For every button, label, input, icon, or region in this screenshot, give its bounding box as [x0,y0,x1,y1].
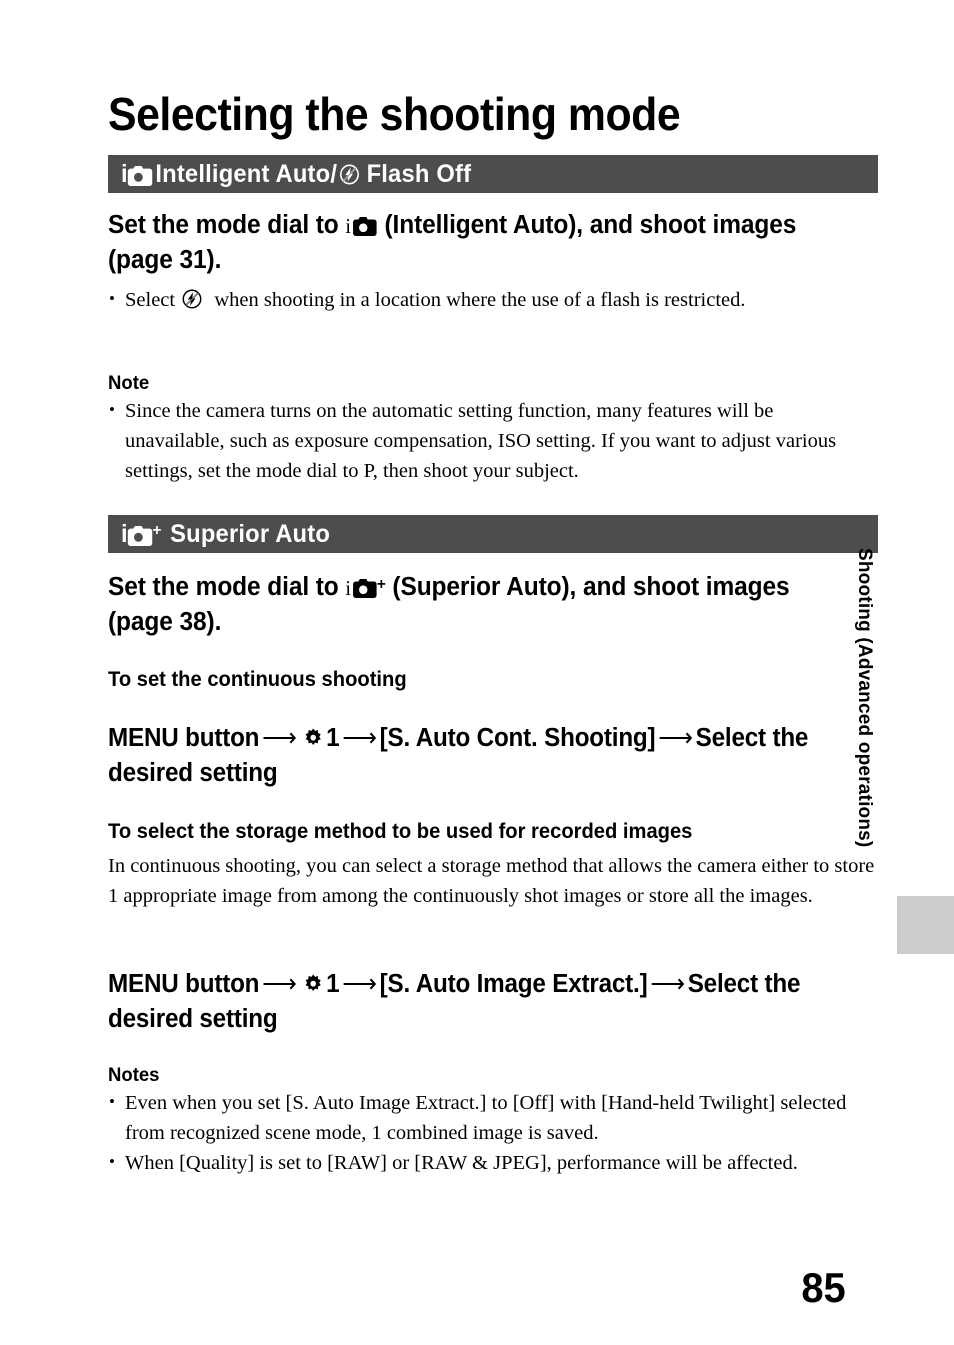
flash-off-icon [339,164,359,185]
mode-prefix-i: i [121,159,128,188]
list-item: Select when shooting in a location where… [108,284,888,315]
paragraph: In continuous shooting, you can select a… [108,855,875,907]
list-item: Even when you set [S. Auto Image Extract… [108,1087,890,1148]
camera-icon [353,217,377,236]
lead-text-part-1: Set the mode dial to [108,573,346,601]
page-number: 85 [801,1264,846,1311]
list-item: Since the camera turns on the automatic … [108,395,868,486]
lead-superior-auto: Set the mode dial to i + (Superior Auto)… [108,568,853,639]
note-list-intelligent-auto: Since the camera turns on the automatic … [108,395,868,486]
gear-icon [302,973,323,995]
list-item: When [Quality] is set to [RAW] or [RAW &… [108,1147,890,1178]
side-tab-label: Shooting (Advanced operations) [854,548,875,848]
flash-off-icon [182,289,202,309]
manual-page: Selecting the shooting mode i Intelligen… [0,0,954,1345]
section-header-text-1: Intelligent Auto/ [155,159,338,188]
menu-item-label: [S. Auto Cont. Shooting] [379,724,656,752]
menu-path-image-extract: MENU button ⟶ 1 ⟶ [S. Auto Image Extract.] ⟶… [108,966,859,1037]
section-header-text-1: Superior Auto [170,519,331,548]
lead-text-part-1: Set the mode dial to [108,211,346,239]
bullet-text-part-1: Select [125,289,181,311]
menu-tab-number: 1 [326,970,340,998]
camera-plus-icon [353,579,377,598]
mode-prefix-i: i [345,214,351,238]
note-label-superior-auto: Notes [108,1064,160,1086]
note-list-superior-auto: Even when you set [S. Auto Image Extract… [108,1087,890,1178]
section-header-intelligent-auto: i Intelligent Auto/ Flash Off [108,155,878,193]
side-tab-marker [897,896,954,954]
page-title: Selecting the shooting mode [108,87,681,140]
note-label-intelligent-auto: Note [108,372,150,394]
bullet-flash-restricted: Select when shooting in a location where… [108,284,888,315]
menu-button-label: MENU button [108,970,260,998]
lead-intelligent-auto: Set the mode dial to i (Intelligent Auto… [108,208,853,277]
section-header-content: i Intelligent Auto/ Flash Off [121,160,471,189]
section-header-content: i + Superior Auto [121,520,330,549]
arrow-icon: ⟶ [262,969,297,998]
menu-item-label: [S. Auto Image Extract.] [379,970,648,998]
bullet-text-part-2: when shooting in a location where the us… [209,289,746,311]
arrow-icon: ⟶ [342,723,377,752]
mode-prefix-i: i [345,576,351,600]
arrow-icon: ⟶ [658,723,693,752]
camera-icon [127,165,153,186]
gear-icon [302,727,323,749]
menu-button-label: MENU button [108,724,260,752]
subhead-continuous-shooting: To set the continuous shooting [108,668,407,691]
camera-icon [127,525,153,546]
mode-prefix-i: i [121,519,128,548]
subhead-storage-method: To select the storage method to be used … [108,820,693,843]
section-header-superior-auto: i + Superior Auto [108,515,878,553]
arrow-icon: ⟶ [262,723,297,752]
arrow-icon: ⟶ [342,969,377,998]
plus-superscript: + [152,521,162,539]
section-header-text-2: Flash Off [366,159,472,188]
storage-method-body: In continuous shooting, you can select a… [108,851,883,911]
plus-superscript: + [376,576,386,593]
menu-tab-number: 1 [326,724,340,752]
menu-path-cont-shooting: MENU button ⟶ 1 ⟶ [S. Auto Cont. Shooting] ⟶… [108,720,859,791]
arrow-icon: ⟶ [650,969,685,998]
